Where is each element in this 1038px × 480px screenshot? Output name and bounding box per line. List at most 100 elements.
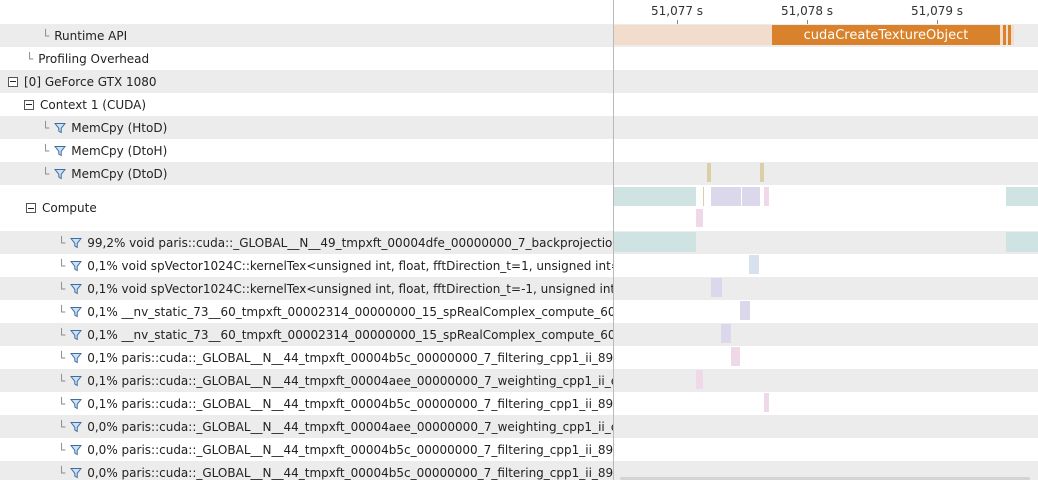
timeline-lane — [614, 47, 1038, 70]
kernel-event-bar[interactable] — [764, 393, 769, 412]
kernel-event-bar[interactable] — [749, 255, 759, 274]
timeline-lane — [614, 162, 1038, 185]
tree-row[interactable]: └ 99,2% void paris::cuda::_GLOBAL__N__49_… — [0, 231, 613, 254]
timeline-lane — [614, 139, 1038, 162]
timeline-lane — [614, 93, 1038, 116]
timeline-lane — [614, 300, 1038, 323]
collapse-toggle-icon[interactable] — [8, 76, 18, 87]
time-ruler: 51,077 s 51,078 s 51,079 s — [614, 0, 1038, 24]
compute-kernel-bar[interactable] — [614, 187, 696, 206]
tree-row-label: Context 1 (CUDA) — [40, 97, 147, 112]
compute-kernel-bar[interactable] — [742, 187, 760, 206]
tree-connector-icon: └ — [58, 327, 66, 342]
tree-connector-icon: └ — [42, 120, 50, 135]
runtime-api-event-label: cudaCreateTextureObject — [803, 27, 969, 43]
ruler-tick-label: 51,077 s — [651, 4, 704, 18]
kernel-event-bar[interactable] — [721, 324, 731, 343]
compute-kernel-bar[interactable] — [764, 187, 769, 206]
tree-row[interactable]: └ 0,0% paris::cuda::_GLOBAL__N__44_tmpxft… — [0, 415, 613, 438]
filter-funnel-icon — [70, 237, 83, 249]
compute-kernel-bar[interactable] — [703, 187, 704, 206]
filter-funnel-icon — [70, 375, 83, 387]
tree-row[interactable]: └ 0,1% paris::cuda::_GLOBAL__N__44_tmpxft… — [0, 369, 613, 392]
filter-funnel-icon — [70, 444, 83, 456]
kernel-event-bar[interactable] — [711, 278, 722, 297]
kernel-event-bar[interactable] — [614, 232, 696, 252]
tree-row-label: 0,0% paris::cuda::_GLOBAL__N__44_tmpxft_… — [87, 465, 613, 480]
tree-connector-icon: └ — [42, 166, 50, 181]
compute-kernel-bar[interactable] — [696, 209, 703, 227]
kernel-event-bar[interactable] — [696, 370, 703, 389]
tree-connector-icon: └ — [58, 235, 66, 250]
timeline-panel[interactable]: 51,077 s 51,078 s 51,079 s cudaCreateTextu… — [614, 0, 1038, 480]
timeline-lane — [614, 277, 1038, 300]
runtime-api-event-bar[interactable] — [1003, 25, 1006, 45]
tree-row-label: 99,2% void paris::cuda::_GLOBAL__N__49_t… — [87, 235, 613, 250]
kernel-event-bar[interactable] — [731, 347, 740, 366]
tree-row[interactable]: Context 1 (CUDA) — [0, 93, 613, 116]
tree-row-label: MemCpy (DtoD) — [71, 166, 168, 181]
tree-row[interactable]: └ 0,1% void spVector1024C::kernelTex<unsi… — [0, 254, 613, 277]
memcpy-event-bar[interactable] — [707, 163, 711, 182]
tree-row[interactable]: └ 0,1% __nv_static_73__60_tmpxft_00002314… — [0, 300, 613, 323]
collapse-toggle-icon[interactable] — [24, 99, 34, 110]
tree-row-label: Profiling Overhead — [38, 51, 150, 66]
tree-row-label: 0,0% paris::cuda::_GLOBAL__N__44_tmpxft_… — [87, 419, 613, 434]
tree-row[interactable]: └ 0,0% paris::cuda::_GLOBAL__N__44_tmpxft… — [0, 438, 613, 461]
filter-funnel-icon — [54, 168, 67, 180]
timeline-lane — [614, 415, 1038, 438]
kernel-event-bar[interactable] — [740, 301, 750, 320]
filter-funnel-icon — [70, 467, 83, 479]
tree-row-label: [0] GeForce GTX 1080 — [24, 74, 157, 89]
tree-row[interactable]: └ 0,1% void spVector1024C::kernelTex<unsi… — [0, 277, 613, 300]
tree-row-label: 0,1% __nv_static_73__60_tmpxft_00002314_… — [87, 327, 613, 342]
tree-row[interactable]: └ 0,1% paris::cuda::_GLOBAL__N__44_tmpxft… — [0, 346, 613, 369]
compute-kernel-bar[interactable] — [711, 187, 741, 206]
timeline-lane — [614, 392, 1038, 415]
filter-funnel-icon — [70, 352, 83, 364]
tree-panel: └ Runtime API └ Profiling Overhead [0] GeFor… — [0, 0, 613, 480]
runtime-api-event-bar[interactable]: cudaCreateTextureObject — [772, 25, 1000, 45]
tree-row[interactable]: └ 0,0% paris::cuda::_GLOBAL__N__44_tmpxft… — [0, 461, 613, 480]
timeline-lane — [614, 116, 1038, 139]
tree-connector-icon: └ — [58, 465, 66, 480]
tree-connector-icon: └ — [58, 304, 66, 319]
compute-kernel-bar[interactable] — [1006, 187, 1038, 206]
tree-row-label: 0,0% paris::cuda::_GLOBAL__N__44_tmpxft_… — [87, 442, 613, 457]
tree-connector-icon: └ — [58, 373, 66, 388]
tree-row[interactable]: └ 0,1% __nv_static_73__60_tmpxft_00002314… — [0, 323, 613, 346]
tree-row-label: 0,1% void spVector1024C::kernelTex<unsig… — [87, 281, 613, 296]
tree-row[interactable]: └ Runtime API — [0, 24, 613, 47]
tree-connector-icon: └ — [58, 281, 66, 296]
filter-funnel-icon — [70, 306, 83, 318]
filter-funnel-icon — [70, 283, 83, 295]
tree-row[interactable]: Compute — [0, 185, 613, 231]
tree-row-label: 0,1% __nv_static_73__60_tmpxft_00002314_… — [87, 304, 613, 319]
tree-row-label: 0,1% void spVector1024C::kernelTex<unsig… — [87, 258, 613, 273]
ruler-tick-label: 51,078 s — [781, 4, 834, 18]
timeline-lane — [614, 369, 1038, 392]
timeline-lane — [614, 70, 1038, 93]
tree-connector-icon: └ — [26, 51, 34, 66]
ruler-tick-label: 51,079 s — [911, 4, 964, 18]
tree-row[interactable]: └ Profiling Overhead — [0, 47, 613, 70]
memcpy-event-bar[interactable] — [760, 163, 764, 182]
tree-connector-icon: └ — [58, 442, 66, 457]
kernel-event-bar[interactable] — [1006, 232, 1038, 252]
collapse-toggle-icon[interactable] — [26, 203, 36, 213]
tree-row[interactable]: └ MemCpy (DtoH) — [0, 139, 613, 162]
tree-row[interactable]: └ MemCpy (DtoD) — [0, 162, 613, 185]
tree-row-label: 0,1% paris::cuda::_GLOBAL__N__44_tmpxft_… — [87, 350, 613, 365]
runtime-api-event-bar[interactable] — [1008, 25, 1011, 45]
tree-row-label: 0,1% paris::cuda::_GLOBAL__N__44_tmpxft_… — [87, 373, 613, 388]
tree-connector-icon: └ — [58, 419, 66, 434]
tree-row[interactable]: └ 0,1% paris::cuda::_GLOBAL__N__44_tmpxft… — [0, 392, 613, 415]
tree-connector-icon: └ — [58, 396, 66, 411]
tree-row[interactable]: [0] GeForce GTX 1080 — [0, 70, 613, 93]
tree-row[interactable]: └ MemCpy (HtoD) — [0, 116, 613, 139]
timeline-lane — [614, 254, 1038, 277]
filter-funnel-icon — [54, 122, 67, 134]
tree-connector-icon: └ — [58, 350, 66, 365]
filter-funnel-icon — [54, 145, 67, 157]
filter-funnel-icon — [70, 260, 83, 272]
